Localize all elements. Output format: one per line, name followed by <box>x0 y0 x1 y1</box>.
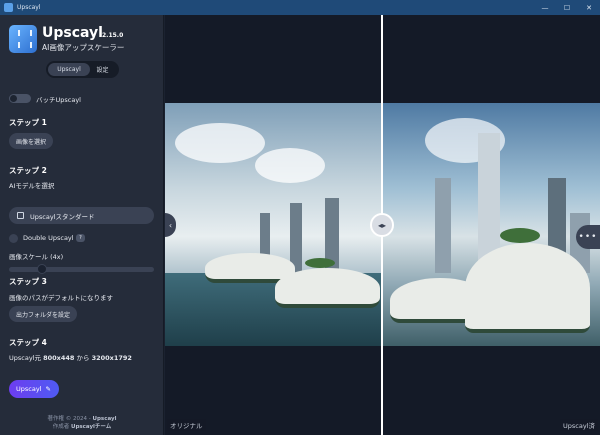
target-size: 3200x1792 <box>91 354 132 362</box>
rooftop-garden <box>305 258 335 268</box>
double-upscayl-label: Double Upscayl <box>23 234 74 242</box>
tab-settings[interactable]: 設定 <box>90 63 115 76</box>
scale-slider-knob[interactable] <box>37 264 47 274</box>
model-select[interactable]: Upscaylスタンダード <box>9 207 154 224</box>
original-label: オリジナル <box>167 419 206 431</box>
step4-info-mid: から <box>76 354 90 362</box>
compare-slider-handle[interactable]: ◂▸ <box>370 213 394 237</box>
scale-label: 画像スケール (4x) <box>9 253 64 261</box>
upscayl-button[interactable]: Upscayl ✎ <box>9 380 59 398</box>
batch-toggle[interactable] <box>9 94 31 103</box>
batch-toggle-label: バッチUpscayl <box>36 96 81 104</box>
mode-tabs: Upscayl 設定 <box>46 61 119 78</box>
double-upscayl-checkbox[interactable] <box>9 234 18 243</box>
window-title: Upscayl <box>17 4 41 11</box>
step2-heading: ステップ 2 <box>9 166 47 175</box>
app-version: 2.15.0 <box>102 32 124 39</box>
upscayled-label: Upscayl済 <box>560 419 598 431</box>
title-bar: Upscayl — ☐ ✕ <box>0 0 600 15</box>
model-icon <box>17 212 24 219</box>
step4-info-prefix: Upscayl元 <box>9 354 41 362</box>
step3-heading: ステップ 3 <box>9 277 47 286</box>
window-controls: — ☐ ✕ <box>534 0 600 15</box>
app-subtitle: AI画像アップスケーラー <box>42 43 125 52</box>
cloud <box>255 148 325 183</box>
maximize-button[interactable]: ☐ <box>556 0 578 15</box>
app-icon <box>4 3 13 12</box>
app-name: Upscayl <box>42 25 103 41</box>
model-select-value: Upscaylスタンダード <box>30 212 95 221</box>
upscayl-button-label: Upscayl <box>16 385 42 393</box>
copyright-line: 著作権 © 2024 - Upscayl <box>0 414 164 422</box>
building <box>435 178 451 273</box>
author-name-link[interactable]: Upscaylチーム <box>71 424 111 430</box>
close-button[interactable]: ✕ <box>578 0 600 15</box>
upscayl-logo-icon <box>9 25 37 53</box>
cloud <box>175 123 265 163</box>
rooftop-garden <box>500 228 540 243</box>
select-image-button[interactable]: 画像を選択 <box>9 133 54 149</box>
step1-heading: ステップ 1 <box>9 118 47 127</box>
magic-wand-icon: ✎ <box>45 385 51 393</box>
minimize-button[interactable]: — <box>534 0 556 15</box>
author-prefix: 作成者 <box>52 424 70 430</box>
tab-upscayl[interactable]: Upscayl <box>48 63 90 76</box>
sidebar: Upscayl 2.15.0 AI画像アップスケーラー Upscayl 設定 バ… <box>0 15 164 435</box>
set-output-folder-button[interactable]: 出力フォルダを設定 <box>9 306 78 322</box>
step3-info: 画像のパスがデフォルトになります <box>9 294 113 302</box>
island-building <box>275 268 380 308</box>
model-label: AIモデルを選択 <box>9 182 55 190</box>
dome-building <box>465 243 590 333</box>
author-line: 作成者 Upscaylチーム <box>0 422 164 430</box>
image-viewer[interactable]: ◂▸ ‹ ••• オリジナル Upscayl済 <box>165 15 600 435</box>
scale-slider-track[interactable] <box>9 267 154 272</box>
step4-info: Upscayl元 800x448 から 3200x1792 <box>9 352 132 362</box>
more-options-button[interactable]: ••• <box>576 225 600 249</box>
source-size: 800x448 <box>43 354 75 362</box>
step4-heading: ステップ 4 <box>9 338 47 347</box>
help-icon[interactable]: ? <box>76 234 85 242</box>
